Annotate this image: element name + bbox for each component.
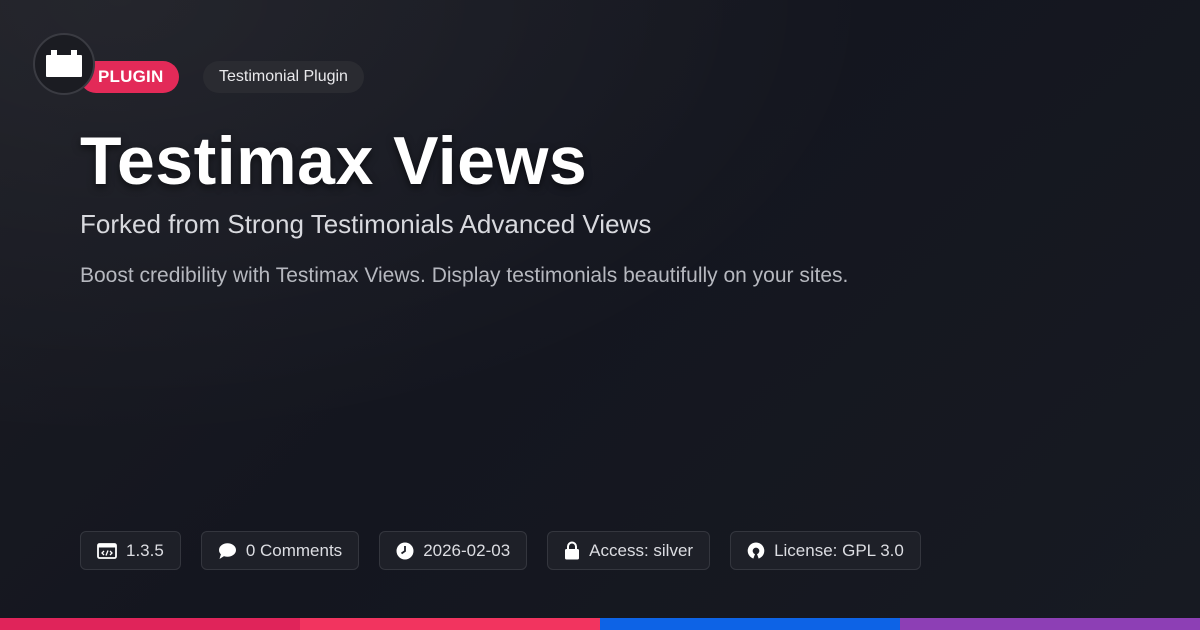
category-badge[interactable]: Testimonial Plugin	[203, 61, 364, 93]
brand-color-bar	[0, 618, 1200, 630]
date-label: 2026-02-03	[423, 540, 511, 560]
page-subtitle: Forked from Strong Testimonials Advanced…	[80, 209, 652, 239]
version-chip: 1.3.5	[80, 531, 181, 570]
open-source-icon	[747, 541, 765, 559]
comments-chip[interactable]: 0 Comments	[200, 531, 360, 570]
access-chip: Access: silver	[547, 531, 711, 570]
color-bar-segment	[300, 618, 600, 630]
lock-icon	[565, 541, 580, 560]
license-chip: License: GPL 3.0	[730, 531, 921, 570]
version-label: 1.3.5	[126, 540, 164, 560]
comments-label: 0 Comments	[245, 540, 343, 560]
date-chip: 2026-02-03	[379, 531, 528, 570]
access-label: Access: silver	[589, 540, 694, 560]
comment-bubble-icon	[218, 542, 236, 559]
page-description: Boost credibility with Testimax Views. D…	[80, 264, 849, 287]
license-label: License: GPL 3.0	[774, 540, 904, 560]
color-bar-segment	[0, 618, 300, 630]
clock-icon	[396, 542, 414, 559]
meta-row: 1.3.5 0 Comments 2026-02-03 Access: silv…	[80, 531, 921, 570]
page-title: Testimax Views	[80, 123, 588, 199]
plugin-logo	[33, 33, 95, 95]
color-bar-segment	[600, 618, 900, 630]
color-bar-segment	[900, 618, 1200, 630]
code-window-icon	[97, 542, 117, 559]
plugin-block-icon	[46, 50, 82, 77]
